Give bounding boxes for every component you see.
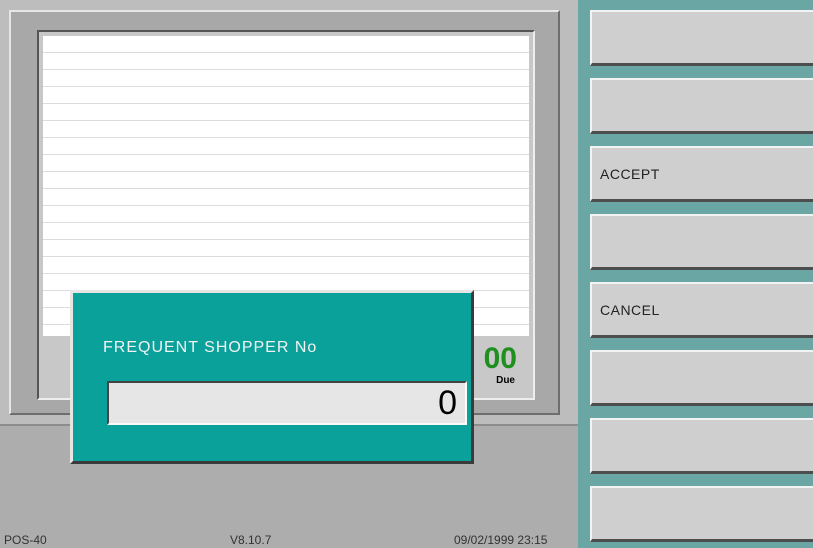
function-key-7[interactable] bbox=[590, 418, 813, 474]
datetime-label: 09/02/1999 23:15 bbox=[454, 533, 548, 547]
function-key-1[interactable] bbox=[590, 10, 813, 66]
function-key-2[interactable] bbox=[590, 78, 813, 134]
frequent-shopper-dialog: FREQUENT SHOPPER No 0 bbox=[70, 290, 474, 464]
version-label: V8.10.7 bbox=[230, 533, 272, 547]
frequent-shopper-number-field[interactable]: 0 bbox=[107, 381, 467, 425]
function-key-8[interactable] bbox=[590, 486, 813, 542]
cancel-button[interactable]: CANCEL bbox=[590, 282, 813, 338]
dialog-title: FREQUENT SHOPPER No bbox=[103, 339, 318, 356]
terminal-id: POS-40 bbox=[4, 533, 47, 547]
function-key-4[interactable] bbox=[590, 214, 813, 270]
status-bar: POS-40 V8.10.7 09/02/1999 23:15 bbox=[0, 532, 578, 548]
left-panel: 00 Due POS-40 V8.10.7 09/02/1999 23:15 bbox=[0, 0, 578, 548]
total-due-label: Due bbox=[496, 375, 515, 386]
function-key-panel: ACCEPT CANCEL bbox=[578, 0, 813, 548]
total-amount: 00 bbox=[483, 342, 517, 375]
accept-button[interactable]: ACCEPT bbox=[590, 146, 813, 202]
function-key-6[interactable] bbox=[590, 350, 813, 406]
